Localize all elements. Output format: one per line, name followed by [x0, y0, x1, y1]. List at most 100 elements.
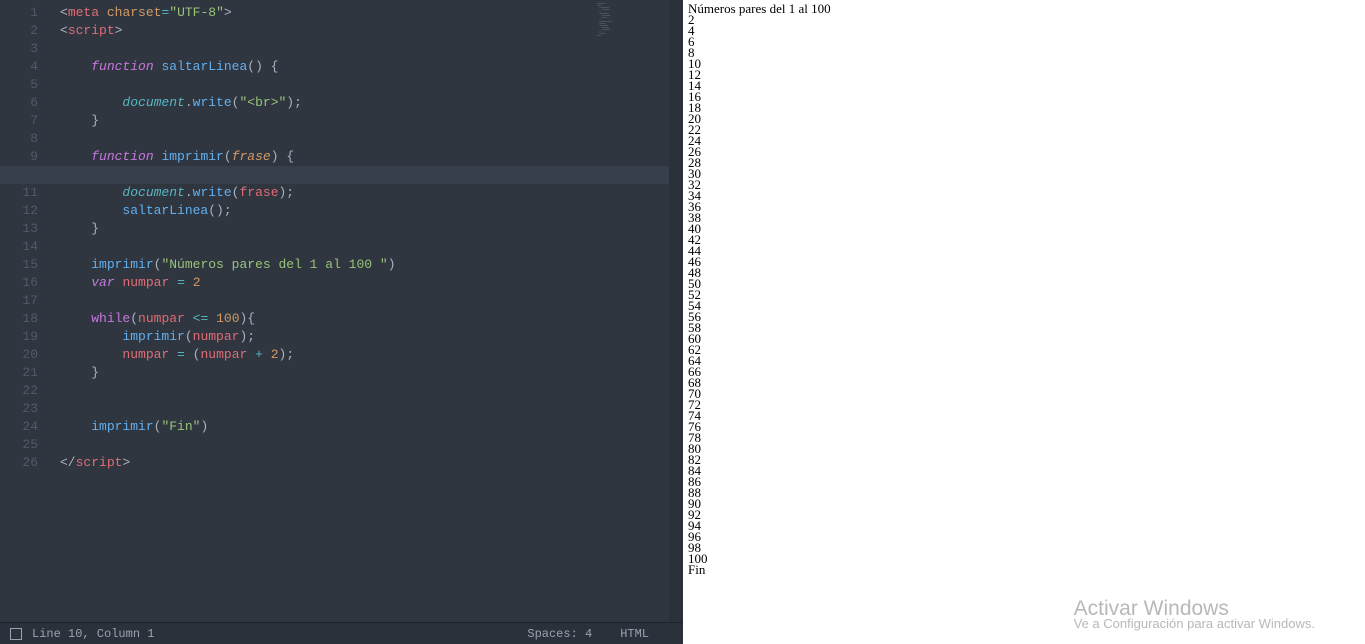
line-number: 18 — [0, 310, 38, 328]
code-line[interactable]: imprimir("Números pares del 1 al 100 ") — [50, 256, 683, 274]
output-number: 86 — [688, 476, 1360, 487]
line-number: 9 — [0, 148, 38, 166]
output-number: 78 — [688, 432, 1360, 443]
line-number: 17 — [0, 292, 38, 310]
output-number: 54 — [688, 300, 1360, 311]
output-number: 42 — [688, 234, 1360, 245]
output-number: 22 — [688, 124, 1360, 135]
code-line[interactable] — [50, 292, 683, 310]
scrollbar-track[interactable] — [669, 0, 683, 622]
code-line[interactable]: <meta charset="UTF-8"> — [50, 4, 683, 22]
code-line[interactable] — [50, 238, 683, 256]
output-number: 98 — [688, 542, 1360, 553]
minimap[interactable]: ▬▬▬▬▬▬▬ ▬▬▬ ▬▬▬▬▬▬▬▬ ▬▬▬▬▬▬▬ ▬ ▬▬▬▬▬▬▬▬ … — [597, 3, 667, 63]
output-number: 82 — [688, 454, 1360, 465]
line-number: 12 — [0, 202, 38, 220]
output-number: 96 — [688, 531, 1360, 542]
code-line[interactable]: imprimir("Fin") — [50, 418, 683, 436]
line-number: 20 — [0, 346, 38, 364]
code-content[interactable]: <meta charset="UTF-8"><script> function … — [50, 0, 683, 622]
line-number: 11 — [0, 184, 38, 202]
code-line[interactable] — [50, 40, 683, 58]
output-number: 12 — [688, 69, 1360, 80]
output-number: 74 — [688, 410, 1360, 421]
output-number: 28 — [688, 157, 1360, 168]
output-heading: Números pares del 1 al 100 — [688, 3, 1360, 14]
line-number: 2 — [0, 22, 38, 40]
output-number: 30 — [688, 168, 1360, 179]
line-number: 1 — [0, 4, 38, 22]
output-number: 72 — [688, 399, 1360, 410]
windows-activation-watermark: Activar Windows Ve a Configuración para … — [1074, 603, 1315, 614]
line-number: 3 — [0, 40, 38, 58]
output-number: 38 — [688, 212, 1360, 223]
line-number: 15 — [0, 256, 38, 274]
output-number: 24 — [688, 135, 1360, 146]
output-number: 92 — [688, 509, 1360, 520]
code-line[interactable]: while(numpar <= 100){ — [50, 310, 683, 328]
output-number: 100 — [688, 553, 1360, 564]
line-number: 24 — [0, 418, 38, 436]
line-number: 13 — [0, 220, 38, 238]
code-line[interactable] — [50, 382, 683, 400]
line-number: 5 — [0, 76, 38, 94]
language-mode[interactable]: HTML — [620, 627, 649, 641]
cursor-position[interactable]: Line 10, Column 1 — [32, 627, 154, 641]
code-line[interactable]: saltarLinea(); — [50, 202, 683, 220]
line-number: 23 — [0, 400, 38, 418]
output-number: 70 — [688, 388, 1360, 399]
code-line[interactable]: <script> — [50, 22, 683, 40]
output-number: 16 — [688, 91, 1360, 102]
code-line[interactable] — [50, 400, 683, 418]
code-line[interactable]: numpar = (numpar + 2); — [50, 346, 683, 364]
output-number: 58 — [688, 322, 1360, 333]
watermark-subtitle: Ve a Configuración para activar Windows. — [1074, 618, 1315, 629]
code-line[interactable] — [50, 76, 683, 94]
output-number: 10 — [688, 58, 1360, 69]
output-number: 14 — [688, 80, 1360, 91]
line-number: 6 — [0, 94, 38, 112]
code-line[interactable]: var numpar = 2 — [50, 274, 683, 292]
output-number: 18 — [688, 102, 1360, 113]
code-line[interactable]: } — [50, 220, 683, 238]
panel-icon[interactable] — [10, 628, 22, 640]
code-line[interactable]: document.write(frase); — [50, 184, 683, 202]
indent-setting[interactable]: Spaces: 4 — [527, 627, 592, 641]
output-number: 60 — [688, 333, 1360, 344]
output-number: 34 — [688, 190, 1360, 201]
output-number: 44 — [688, 245, 1360, 256]
output-number: 66 — [688, 366, 1360, 377]
minimap-content: ▬▬▬▬▬▬▬ ▬▬▬ ▬▬▬▬▬▬▬▬ ▬▬▬▬▬▬▬ ▬ ▬▬▬▬▬▬▬▬ … — [597, 3, 667, 37]
output-number: 26 — [688, 146, 1360, 157]
output-number: 56 — [688, 311, 1360, 322]
code-line[interactable]: imprimir(numpar); — [50, 328, 683, 346]
code-line[interactable]: } — [50, 112, 683, 130]
code-line[interactable]: document.write("<br>"); — [50, 94, 683, 112]
output-number: 32 — [688, 179, 1360, 190]
line-number: 19 — [0, 328, 38, 346]
watermark-title: Activar Windows — [1074, 603, 1315, 614]
code-area[interactable]: 1234567891011121314151617181920212223242… — [0, 0, 683, 622]
output-footer: Fin — [688, 564, 1360, 575]
output-number: 36 — [688, 201, 1360, 212]
status-bar: Line 10, Column 1 Spaces: 4 HTML — [0, 622, 683, 644]
code-line[interactable]: } — [50, 364, 683, 382]
output-number: 20 — [688, 113, 1360, 124]
code-line[interactable]: </script> — [50, 454, 683, 472]
line-number-gutter: 1234567891011121314151617181920212223242… — [0, 0, 50, 622]
line-number: 4 — [0, 58, 38, 76]
line-number: 7 — [0, 112, 38, 130]
line-number: 22 — [0, 382, 38, 400]
code-line[interactable]: function imprimir(frase) { — [50, 148, 683, 166]
code-line[interactable]: function saltarLinea() { — [50, 58, 683, 76]
output-numbers: 2468101214161820222426283032343638404244… — [688, 14, 1360, 564]
output-number: 4 — [688, 25, 1360, 36]
output-number: 94 — [688, 520, 1360, 531]
output-number: 88 — [688, 487, 1360, 498]
line-number: 25 — [0, 436, 38, 454]
code-line[interactable] — [50, 436, 683, 454]
code-line[interactable] — [0, 166, 683, 184]
output-number: 50 — [688, 278, 1360, 289]
code-line[interactable] — [50, 130, 683, 148]
output-number: 8 — [688, 47, 1360, 58]
